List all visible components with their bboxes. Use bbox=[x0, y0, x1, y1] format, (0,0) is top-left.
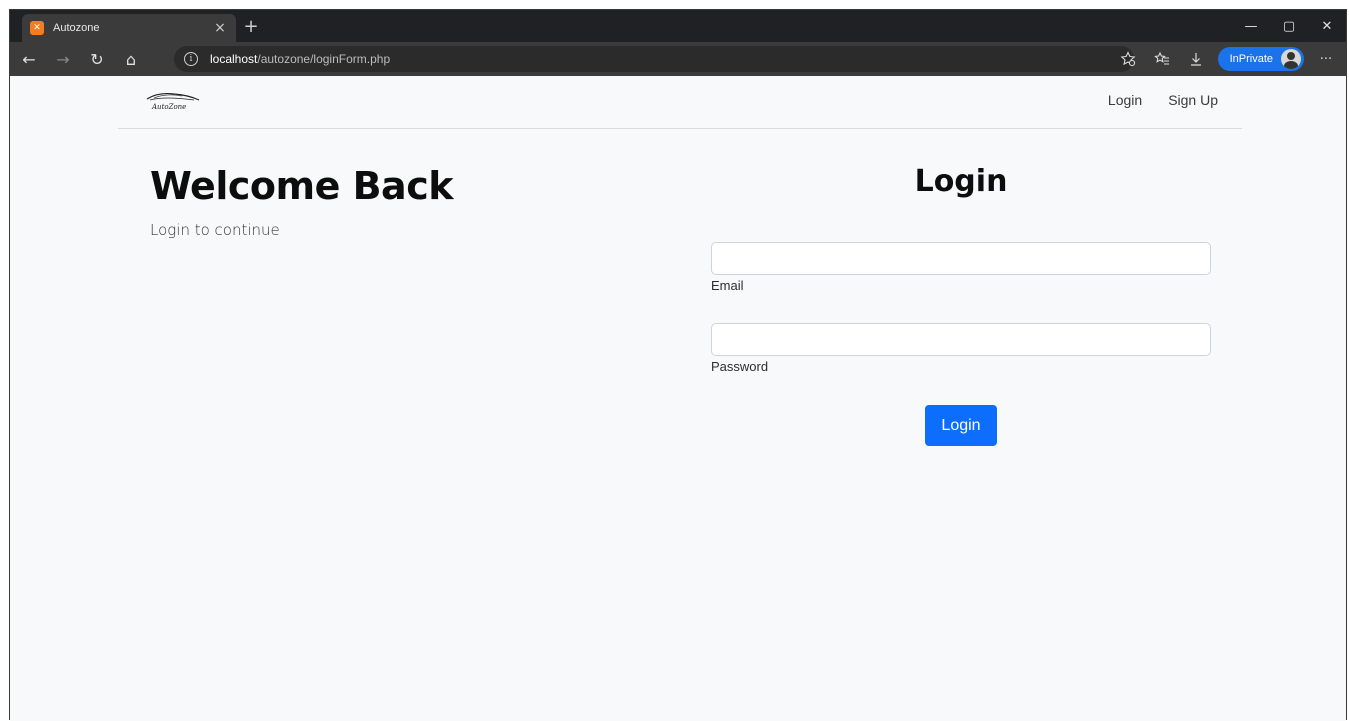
inprivate-badge[interactable]: InPrivate bbox=[1217, 47, 1304, 71]
welcome-subtitle: Login to continue bbox=[150, 221, 280, 239]
close-tab-icon[interactable]: × bbox=[212, 20, 228, 36]
home-button[interactable]: ⌂ bbox=[116, 45, 146, 73]
brand-logo[interactable]: AutoZone bbox=[144, 90, 202, 116]
password-field[interactable] bbox=[711, 323, 1211, 356]
profile-avatar[interactable] bbox=[1281, 49, 1301, 69]
nav-links: Login Sign Up bbox=[1108, 92, 1218, 108]
nav-signup-link[interactable]: Sign Up bbox=[1168, 92, 1218, 108]
forward-button[interactable]: → bbox=[48, 45, 78, 73]
login-button[interactable]: Login bbox=[925, 405, 997, 446]
add-favorite-icon[interactable] bbox=[1116, 47, 1140, 71]
login-heading: Login bbox=[914, 164, 1008, 199]
welcome-heading: Welcome Back bbox=[150, 164, 454, 208]
tab-title: Autozone bbox=[53, 22, 100, 34]
tab-strip: ✕ Autozone × + — ▢ ✕ bbox=[10, 10, 1346, 42]
email-label: Email bbox=[711, 278, 744, 293]
restore-button[interactable]: ▢ bbox=[1270, 10, 1308, 42]
toolbar-right: InPrivate ··· bbox=[1116, 46, 1338, 72]
email-field[interactable] bbox=[711, 242, 1211, 275]
more-menu-icon[interactable]: ··· bbox=[1314, 47, 1338, 71]
url-host: localhost bbox=[210, 52, 258, 66]
downloads-icon[interactable] bbox=[1184, 47, 1208, 71]
close-window-button[interactable]: ✕ bbox=[1308, 10, 1346, 42]
site-navbar: AutoZone Login Sign Up bbox=[118, 76, 1242, 129]
site-info-icon[interactable]: i bbox=[184, 52, 198, 66]
browser-toolbar: ← → ↻ ⌂ i localhost /autozone/loginForm.… bbox=[10, 42, 1346, 76]
password-label: Password bbox=[711, 359, 769, 374]
nav-login-link[interactable]: Login bbox=[1108, 92, 1142, 108]
back-button[interactable]: ← bbox=[14, 45, 44, 73]
address-bar[interactable]: i localhost /autozone/loginForm.php bbox=[174, 46, 1134, 72]
inprivate-label: InPrivate bbox=[1229, 53, 1273, 65]
browser-tab[interactable]: ✕ Autozone × bbox=[22, 14, 236, 42]
xampp-icon: ✕ bbox=[30, 21, 44, 35]
favorites-icon[interactable] bbox=[1150, 47, 1174, 71]
url-path: /autozone/loginForm.php bbox=[257, 52, 391, 66]
new-tab-button[interactable]: + bbox=[240, 16, 262, 37]
browser-window: ✕ Autozone × + — ▢ ✕ ← → ↻ ⌂ i localhost… bbox=[9, 9, 1347, 721]
window-controls: — ▢ ✕ bbox=[1232, 10, 1346, 42]
refresh-button[interactable]: ↻ bbox=[82, 45, 112, 73]
minimize-button[interactable]: — bbox=[1232, 10, 1270, 42]
page-viewport: AutoZone Login Sign Up Welcome Back Logi… bbox=[10, 76, 1346, 721]
brand-text: AutoZone bbox=[152, 103, 187, 111]
